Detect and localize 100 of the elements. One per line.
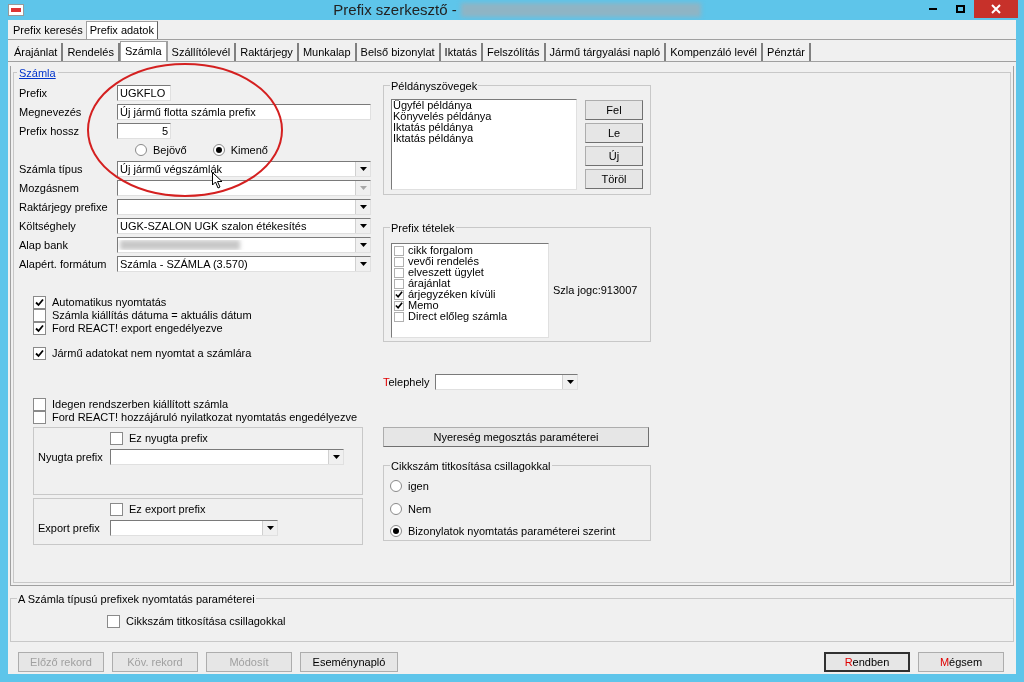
tab[interactable]: Iktatás <box>440 43 483 61</box>
radio-button[interactable] <box>390 502 402 515</box>
checkbox-label: árajánlat <box>408 276 451 291</box>
checkbox[interactable] <box>33 347 46 360</box>
radio-button[interactable] <box>212 144 225 156</box>
checkbox[interactable] <box>110 502 123 516</box>
checkbox[interactable] <box>107 614 120 628</box>
dropdown[interactable] <box>110 448 344 465</box>
dropdown[interactable] <box>110 519 278 536</box>
tab[interactable]: Munkalap <box>298 43 357 61</box>
checkbox[interactable] <box>33 309 46 322</box>
field-label: Prefix <box>19 85 49 101</box>
list-button[interactable]: Töröl <box>585 169 643 189</box>
radio-label: Bizonylatok nyomtatás paraméterei szerint <box>408 524 616 539</box>
list-button[interactable]: Le <box>585 123 643 143</box>
checkbox[interactable] <box>394 256 404 267</box>
list-item[interactable]: Ügyfél példánya <box>393 100 575 111</box>
checkbox[interactable] <box>394 278 404 289</box>
tab[interactable]: Szállítólevél <box>167 43 237 61</box>
tab[interactable]: Prefix keresés <box>10 21 86 39</box>
checkbox-label: cikk forgalom <box>408 243 473 258</box>
checkbox[interactable] <box>394 300 404 311</box>
checkbox-label: vevői rendelés <box>408 255 479 268</box>
dropdown[interactable]: Számla - SZÁMLA (3.570) <box>117 256 371 272</box>
footer-button[interactable]: Eseménynapló <box>300 652 398 672</box>
close-icon <box>991 4 1001 14</box>
footer-button[interactable]: Mégsem <box>918 652 1004 672</box>
dropdown[interactable]: UGK-SZALON UGK szalon étékesítés <box>117 218 371 234</box>
field-label: Alap bank <box>19 237 69 253</box>
text-field[interactable]: Új jármű flotta számla prefix <box>117 104 371 120</box>
checkbox-label: Számla kiállítás dátuma = aktuális dátum <box>52 308 252 324</box>
checkbox-label: Memo <box>408 299 439 312</box>
field-label: Prefix hossz <box>19 123 80 139</box>
field-label: Számla típus <box>19 161 84 177</box>
field-label: Mozgásnem <box>19 180 80 196</box>
checkbox-label: elveszett ügylet <box>408 265 484 279</box>
checkbox-label: Cikkszám titkosítása csillagokkal <box>126 614 286 629</box>
dropdown[interactable] <box>117 199 371 215</box>
radio-label: Nem <box>408 501 432 517</box>
field-label: Költséghely <box>19 218 77 234</box>
list-item[interactable]: Iktatás példánya <box>393 122 575 133</box>
app-icon <box>8 4 24 16</box>
number-field[interactable]: 5 <box>117 123 171 139</box>
dropdown-value: Új jármű végszámlák <box>120 162 223 175</box>
close-button[interactable] <box>974 0 1018 18</box>
field-label: Alapért. formátum <box>19 256 108 272</box>
tab[interactable]: Kompenzáló levél <box>666 43 764 61</box>
tab[interactable]: Jármű tárgyalási napló <box>545 43 667 61</box>
list-item[interactable]: Könyvelés példánya <box>393 111 575 122</box>
note-text: Szla jogc:913007 <box>553 283 638 299</box>
checkbox-label: árjegyzéken kívüli <box>408 288 496 302</box>
tab[interactable]: Raktárjegy <box>236 43 299 61</box>
list-button[interactable]: Fel <box>585 100 643 120</box>
field-label: Export prefix <box>38 520 101 536</box>
checkbox[interactable] <box>394 245 404 256</box>
tab[interactable]: Felszólítás <box>483 43 546 61</box>
radio-button[interactable] <box>390 480 402 493</box>
list-box[interactable]: Ügyfél példánya Könyvelés példánya Iktatás példánya Iktatás példánya <box>391 99 577 190</box>
checkbox[interactable] <box>394 311 404 322</box>
checkbox[interactable] <box>110 431 123 445</box>
list-button[interactable]: Új <box>585 146 643 166</box>
field-label: Telephely <box>383 374 431 390</box>
window-title: Prefix szerkesztő - <box>333 0 457 20</box>
checkbox-label: Automatikus nyomtatás <box>52 295 167 311</box>
dropdown-value: UGK-SZALON UGK szalon étékesítés <box>120 219 307 232</box>
tab[interactable]: Számla <box>119 41 168 61</box>
settings-button[interactable]: Nyereség megosztás paraméterei <box>383 427 649 447</box>
dropdown[interactable]: Új jármű végszámlák <box>117 161 371 177</box>
tab[interactable]: Belső bizonylat <box>356 43 441 61</box>
checkbox-label: Idegen rendszerben kiállított számla <box>52 397 229 413</box>
radio-button[interactable] <box>135 144 147 156</box>
field-label: Nyugta prefix <box>38 449 104 465</box>
dropdown-value: Számla - SZÁMLA (3.570) <box>120 257 248 270</box>
checkbox[interactable] <box>33 411 46 424</box>
checkbox[interactable] <box>394 289 404 300</box>
field-label: Raktárjegy prefixe <box>19 199 109 215</box>
radio-label: Bejövő <box>153 142 187 158</box>
checkbox-label: Ez nyugta prefix <box>129 431 208 446</box>
list-item[interactable]: Iktatás példánya <box>393 133 575 144</box>
radio-label: igen <box>408 479 429 494</box>
dropdown[interactable] <box>117 237 371 253</box>
checkbox-label: Ez export prefix <box>129 502 206 517</box>
tab[interactable]: Árajánlat <box>10 43 64 61</box>
text-field[interactable]: UGKFLO <box>117 85 171 101</box>
dropdown[interactable] <box>435 374 578 390</box>
checkbox[interactable] <box>33 322 46 335</box>
checkbox-label: Direct előleg számla <box>408 309 508 325</box>
checkbox[interactable] <box>33 296 46 309</box>
footer-button[interactable]: Rendben <box>824 652 910 672</box>
radio-label: Kimenő <box>230 142 268 158</box>
tab[interactable]: Pénztár <box>763 43 811 61</box>
tab[interactable]: Prefix adatok <box>85 21 158 39</box>
checkbox-label: Ford REACT! export engedélyezve <box>52 321 223 337</box>
field-label: Megnevezés <box>19 104 83 120</box>
checklist[interactable]: cikk forgalom vevői rendelés elveszett ügylet árajánlat árjegyzéken kívüli Memo Direct előleg számla <box>391 243 549 338</box>
radio-button[interactable] <box>390 525 402 538</box>
checkbox[interactable] <box>394 267 404 278</box>
checkbox-label: Ford REACT! hozzájáruló nyilatkozat nyomtatás engedélyezve <box>52 410 358 426</box>
checkbox[interactable] <box>33 398 46 411</box>
checkbox-label: Jármű adatokat nem nyomtat a számlára <box>52 346 252 362</box>
